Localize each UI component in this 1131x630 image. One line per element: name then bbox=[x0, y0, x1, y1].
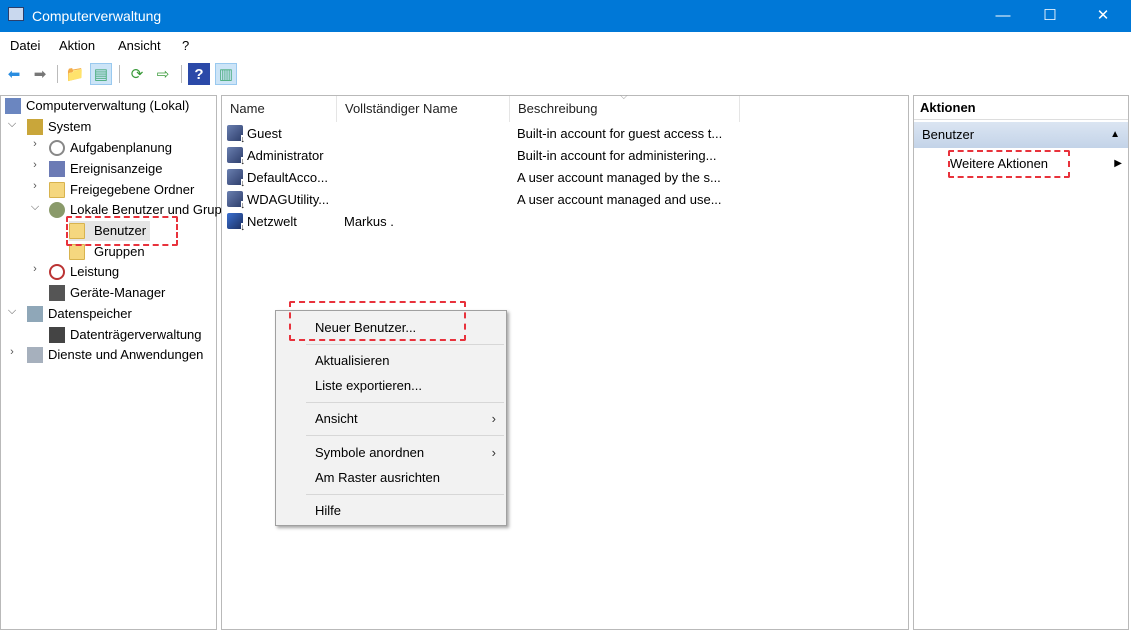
back-icon[interactable]: ⬅ bbox=[3, 63, 25, 85]
app-icon bbox=[8, 7, 24, 21]
user-icon bbox=[227, 213, 245, 232]
chevron-right-icon: › bbox=[491, 445, 496, 460]
console-tree: Computerverwaltung (Lokal) ⌵ System › Au… bbox=[0, 95, 243, 630]
collapse-icon[interactable]: ⌵ bbox=[29, 201, 41, 214]
expand-icon[interactable]: › bbox=[29, 138, 41, 150]
sort-indicator-icon: ⌵ bbox=[620, 91, 628, 102]
shared-folder-icon bbox=[49, 182, 65, 198]
clock-icon bbox=[49, 140, 65, 156]
menu-item-ansicht[interactable]: Ansicht › bbox=[315, 408, 500, 430]
forward-icon[interactable]: ➡ bbox=[29, 63, 51, 85]
actions-section-benutzer[interactable]: Benutzer ▲ bbox=[914, 122, 1128, 148]
performance-icon bbox=[49, 264, 65, 280]
users-icon bbox=[49, 202, 65, 218]
minimize-button[interactable]: — bbox=[980, 0, 1026, 32]
help-icon[interactable]: ? bbox=[188, 63, 210, 85]
storage-icon bbox=[27, 306, 43, 322]
up-folder-icon[interactable]: 📁 bbox=[64, 63, 86, 85]
export-list-icon[interactable]: ⇨ bbox=[152, 63, 174, 85]
user-list: GuestBuilt-in account for guest access t… bbox=[227, 123, 747, 233]
table-row[interactable]: AdministratorBuilt-in account for admini… bbox=[227, 145, 747, 167]
tree-dienste[interactable]: Dienste und Anwendungen bbox=[27, 345, 203, 365]
menu-item-liste-exportieren[interactable]: Liste exportieren... bbox=[315, 375, 500, 397]
collapse-up-icon: ▲ bbox=[1110, 129, 1120, 140]
menu-aktion[interactable]: Aktion bbox=[59, 38, 95, 53]
menu-ansicht[interactable]: Ansicht bbox=[118, 38, 161, 53]
title-bar: Computerverwaltung — ☐ ✕ bbox=[0, 0, 1131, 32]
table-row[interactable]: GuestBuilt-in account for guest access t… bbox=[227, 123, 747, 145]
column-name[interactable]: Name bbox=[222, 96, 337, 122]
expand-icon[interactable]: › bbox=[29, 180, 41, 192]
expand-icon[interactable]: › bbox=[29, 263, 41, 275]
collapse-icon[interactable]: ⌵ bbox=[6, 305, 18, 318]
table-row[interactable]: NetzweltMarkus . bbox=[227, 211, 747, 233]
folder-icon bbox=[69, 244, 85, 260]
menu-item-hilfe[interactable]: Hilfe bbox=[315, 500, 500, 522]
actions-title: Aktionen bbox=[914, 96, 1128, 120]
highlight-neuer-benutzer bbox=[289, 301, 466, 341]
table-row[interactable]: DefaultAcco...A user account managed by … bbox=[227, 167, 747, 189]
context-menu: Neuer Benutzer... Aktualisieren Liste ex… bbox=[275, 310, 507, 526]
disk-icon bbox=[49, 327, 65, 343]
menu-item-am-raster-ausrichten[interactable]: Am Raster ausrichten bbox=[315, 467, 500, 489]
column-full-name[interactable]: Vollständiger Name bbox=[337, 96, 510, 122]
table-row[interactable]: WDAGUtility...A user account managed and… bbox=[227, 189, 747, 211]
tree-freigegebene-ordner[interactable]: Freigegebene Ordner bbox=[49, 180, 194, 200]
services-icon bbox=[27, 347, 43, 363]
show-hide-tree-icon[interactable]: ▤ bbox=[90, 63, 112, 85]
refresh-icon[interactable]: ⟳ bbox=[126, 63, 148, 85]
device-manager-icon bbox=[49, 285, 65, 301]
tree-root[interactable]: Computerverwaltung (Lokal) bbox=[5, 96, 189, 116]
menu-item-aktualisieren[interactable]: Aktualisieren bbox=[315, 350, 500, 372]
expand-icon[interactable]: › bbox=[6, 346, 18, 358]
show-hide-action-pane-icon[interactable]: ▥ bbox=[215, 63, 237, 85]
menu-help[interactable]: ? bbox=[182, 38, 189, 53]
window-title: Computerverwaltung bbox=[32, 8, 162, 24]
menu-datei[interactable]: Datei bbox=[10, 38, 40, 53]
close-button[interactable]: ✕ bbox=[1080, 0, 1126, 32]
tree-leistung[interactable]: Leistung bbox=[49, 262, 119, 282]
chevron-right-icon: › bbox=[491, 411, 496, 426]
user-icon bbox=[227, 125, 245, 144]
highlight-weitere-aktionen bbox=[948, 150, 1070, 178]
tree-datenspeicher[interactable]: Datenspeicher bbox=[27, 304, 132, 324]
submenu-arrow-icon: ▶ bbox=[1114, 158, 1122, 169]
event-log-icon bbox=[49, 161, 65, 177]
tree-system[interactable]: System bbox=[27, 117, 91, 137]
user-icon bbox=[227, 191, 245, 210]
tree-geraete-manager[interactable]: Geräte-Manager bbox=[49, 283, 165, 303]
highlight-benutzer bbox=[66, 216, 178, 246]
expand-icon[interactable]: › bbox=[29, 159, 41, 171]
tools-icon bbox=[27, 119, 43, 135]
user-icon bbox=[227, 169, 245, 188]
tree-ereignisanzeige[interactable]: Ereignisanzeige bbox=[49, 159, 163, 179]
computer-icon bbox=[5, 98, 21, 114]
collapse-icon[interactable]: ⌵ bbox=[6, 118, 18, 131]
user-icon bbox=[227, 147, 245, 166]
tree-aufgabenplanung[interactable]: Aufgabenplanung bbox=[49, 138, 172, 158]
maximize-button[interactable]: ☐ bbox=[1027, 0, 1073, 32]
menu-item-symbole-anordnen[interactable]: Symbole anordnen › bbox=[315, 442, 500, 464]
tree-datentraegerverwaltung[interactable]: Datenträgerverwaltung bbox=[49, 325, 202, 345]
